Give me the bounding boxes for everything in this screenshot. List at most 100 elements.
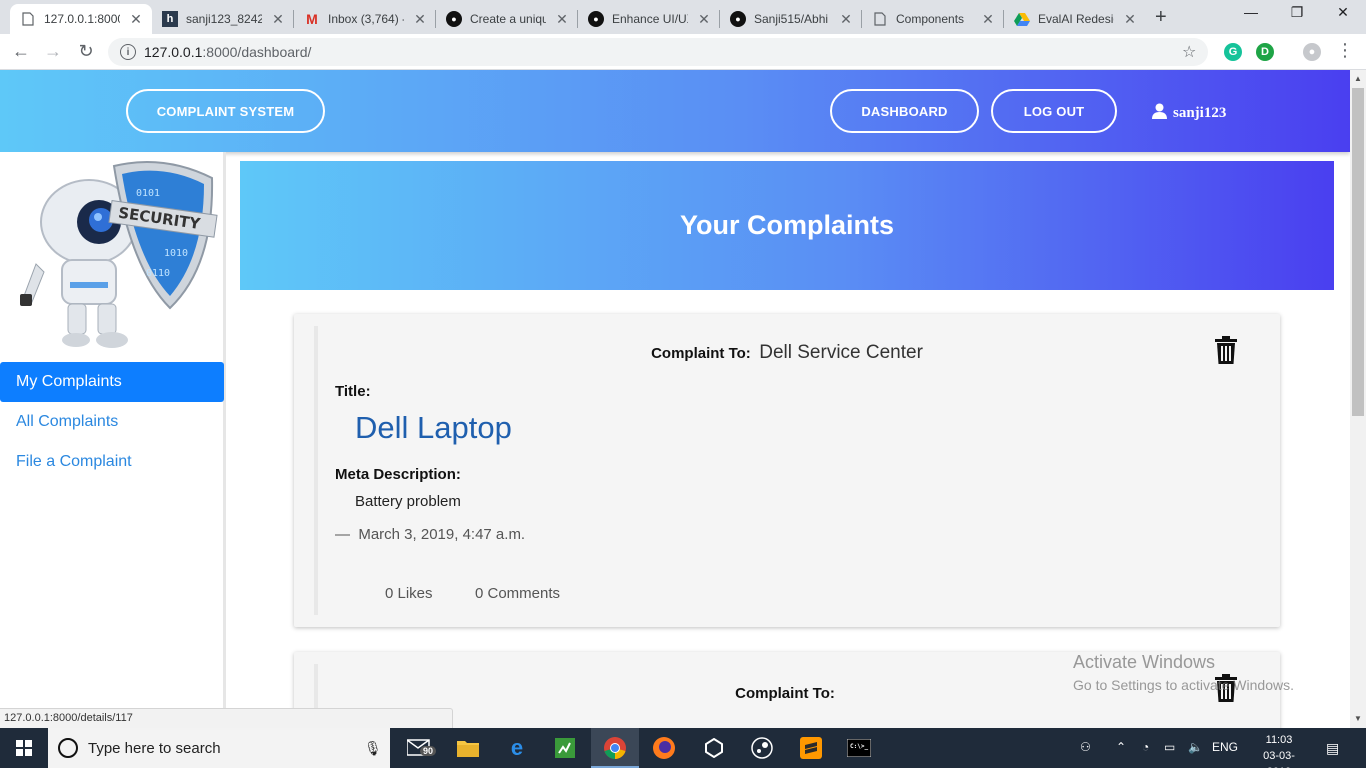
taskbar-clock[interactable]: 11:03 03-03-2019 xyxy=(1252,732,1306,780)
window-close-button[interactable]: ✕ xyxy=(1320,4,1366,21)
tray-chevron-icon[interactable]: ⌃ xyxy=(1116,740,1126,754)
top-navbar: COMPLAINT SYSTEM DASHBOARD LOG OUT sanji… xyxy=(0,70,1350,152)
forward-icon[interactable]: → xyxy=(42,41,64,62)
bookmark-star-icon[interactable]: ☆ xyxy=(1182,42,1196,62)
watermark-line1: Activate Windows xyxy=(1073,652,1216,672)
steam-icon[interactable] xyxy=(748,734,776,762)
username: sanji123 xyxy=(1173,105,1227,121)
edge-icon[interactable]: e xyxy=(503,734,531,762)
close-icon[interactable]: ✕ xyxy=(270,11,286,28)
scroll-up-icon[interactable]: ▲ xyxy=(1354,74,1362,83)
search-placeholder: Type here to search xyxy=(88,739,221,757)
reload-icon[interactable]: ↻ xyxy=(75,41,97,62)
close-icon[interactable]: ✕ xyxy=(128,11,144,28)
security-robot-logo: SECURITY 0101 1010 0110 xyxy=(14,156,218,352)
likes-count[interactable]: 0 Likes xyxy=(385,585,433,602)
close-icon[interactable]: ✕ xyxy=(554,11,570,28)
github-icon: ● xyxy=(730,11,746,27)
menu-kebab-icon[interactable]: ⋮ xyxy=(1336,40,1354,61)
new-tab-button[interactable]: + xyxy=(1155,6,1167,29)
complaint-to-value: Dell Service Center xyxy=(759,342,923,363)
tab-title: Enhance UI/UX xyxy=(612,12,688,26)
microphone-icon[interactable]: 🎙 xyxy=(364,740,382,757)
windows-taskbar: Type here to search 🎙 90 e C:\>_ ⚇ ⌃ ◔ ▭… xyxy=(0,728,1366,778)
tab-localhost[interactable]: 127.0.0.1:8000 ✕ xyxy=(10,4,152,34)
sublime-text-icon[interactable] xyxy=(797,734,825,762)
info-icon[interactable]: i xyxy=(120,44,136,60)
url-host: 127.0.0.1 xyxy=(144,44,203,60)
dashboard-button[interactable]: DASHBOARD xyxy=(830,89,979,133)
card-accent-bar xyxy=(314,326,318,615)
profile-avatar-icon[interactable]: ● xyxy=(1303,43,1321,61)
people-icon[interactable]: ⚇ xyxy=(1080,740,1091,754)
firefox-icon[interactable] xyxy=(650,734,678,762)
complaint-to-label: Complaint To: xyxy=(651,345,751,362)
battery-icon[interactable]: ▭ xyxy=(1164,740,1175,754)
unity-icon[interactable] xyxy=(700,734,728,762)
comments-count[interactable]: 0 Comments xyxy=(475,585,560,602)
terminal-icon[interactable]: C:\>_ xyxy=(845,734,873,762)
brand-button[interactable]: COMPLAINT SYSTEM xyxy=(126,89,325,133)
close-icon[interactable]: ✕ xyxy=(838,11,854,28)
page-hero: Your Complaints xyxy=(240,161,1334,290)
app-icon[interactable] xyxy=(551,734,579,762)
extension-icon[interactable]: D xyxy=(1256,43,1274,61)
chrome-icon[interactable] xyxy=(601,734,629,762)
tab-github-3[interactable]: ● Sanji515/Abhi ✕ xyxy=(720,4,862,34)
mail-icon[interactable]: 90 xyxy=(406,734,437,762)
scrollbar-thumb[interactable] xyxy=(1352,88,1364,416)
svg-text:0101: 0101 xyxy=(136,188,160,199)
sidebar-item-my-complaints[interactable]: My Complaints xyxy=(0,362,224,402)
minimize-button[interactable]: — xyxy=(1228,4,1274,20)
close-icon[interactable]: ✕ xyxy=(696,11,712,28)
tab-gmail[interactable]: M Inbox (3,764) - ✕ xyxy=(294,4,436,34)
file-explorer-icon[interactable] xyxy=(454,734,482,762)
tab-title: Inbox (3,764) - xyxy=(328,12,404,26)
maximize-button[interactable]: ❐ xyxy=(1274,4,1320,21)
taskbar-search[interactable]: Type here to search 🎙 xyxy=(48,728,390,768)
close-icon[interactable]: ✕ xyxy=(1122,11,1138,28)
tab-title: sanji123_8242 xyxy=(186,12,262,26)
complaint-title-link[interactable]: Dell Laptop xyxy=(355,410,512,446)
volume-icon[interactable]: 🔈 xyxy=(1188,740,1203,754)
close-icon[interactable]: ✕ xyxy=(412,11,428,28)
complaint-date: — March 3, 2019, 4:47 a.m. xyxy=(335,526,525,543)
back-icon[interactable]: ← xyxy=(10,41,32,62)
date-dash: — xyxy=(335,526,350,543)
tab-title: Sanji515/Abhi xyxy=(754,12,829,26)
svg-text:0110: 0110 xyxy=(146,268,170,279)
tab-github-2[interactable]: ● Enhance UI/UX ✕ xyxy=(578,4,720,34)
sidebar-item-file-complaint[interactable]: File a Complaint xyxy=(0,442,224,482)
close-icon[interactable]: ✕ xyxy=(980,11,996,28)
meta-description-value: Battery problem xyxy=(355,493,461,510)
link-status-bar: 127.0.0.1:8000/details/117 xyxy=(0,708,453,728)
gmail-icon: M xyxy=(306,11,318,27)
complaint-to-label: Complaint To: xyxy=(735,685,835,702)
tab-github-1[interactable]: ● Create a uniqu ✕ xyxy=(436,4,578,34)
wifi-icon[interactable]: ◔ xyxy=(1142,740,1149,754)
activate-windows-watermark: Activate Windows Go to Settings to activ… xyxy=(1073,652,1294,693)
user-menu[interactable]: sanji123 xyxy=(1152,103,1226,124)
user-icon xyxy=(1152,103,1167,124)
logout-button[interactable]: LOG OUT xyxy=(991,89,1117,133)
url-path: :8000/dashboard/ xyxy=(202,44,312,60)
page-title: Your Complaints xyxy=(679,210,894,240)
tab-hackerrank[interactable]: h sanji123_8242 ✕ xyxy=(152,4,294,34)
watermark-line2: Go to Settings to activate Windows. xyxy=(1073,677,1294,693)
sidebar: SECURITY 0101 1010 0110 My Complaints Al… xyxy=(0,152,226,728)
svg-text:C:\>_: C:\>_ xyxy=(850,743,868,750)
tab-components[interactable]: Components ✕ xyxy=(862,4,1004,34)
tab-drive[interactable]: EvalAI Redesig ✕ xyxy=(1004,4,1146,34)
complaint-card[interactable]: Complaint To: Dell Service Center Title:… xyxy=(294,314,1280,627)
scroll-down-icon[interactable]: ▼ xyxy=(1354,714,1362,723)
tab-title: Create a uniqu xyxy=(470,12,546,26)
language-indicator[interactable]: ENG xyxy=(1212,740,1238,754)
trash-icon[interactable] xyxy=(1214,336,1238,364)
action-center-icon[interactable]: ▤ xyxy=(1326,740,1339,757)
windows-start-icon[interactable] xyxy=(10,734,38,762)
sidebar-item-all-complaints[interactable]: All Complaints xyxy=(0,402,224,442)
address-bar[interactable]: i 127.0.0.1:8000/dashboard/ xyxy=(108,38,1208,66)
page-scrollbar[interactable]: ▲ ▼ xyxy=(1350,70,1366,728)
tab-title: 127.0.0.1:8000 xyxy=(44,12,120,26)
grammarly-icon[interactable]: G xyxy=(1224,43,1242,61)
